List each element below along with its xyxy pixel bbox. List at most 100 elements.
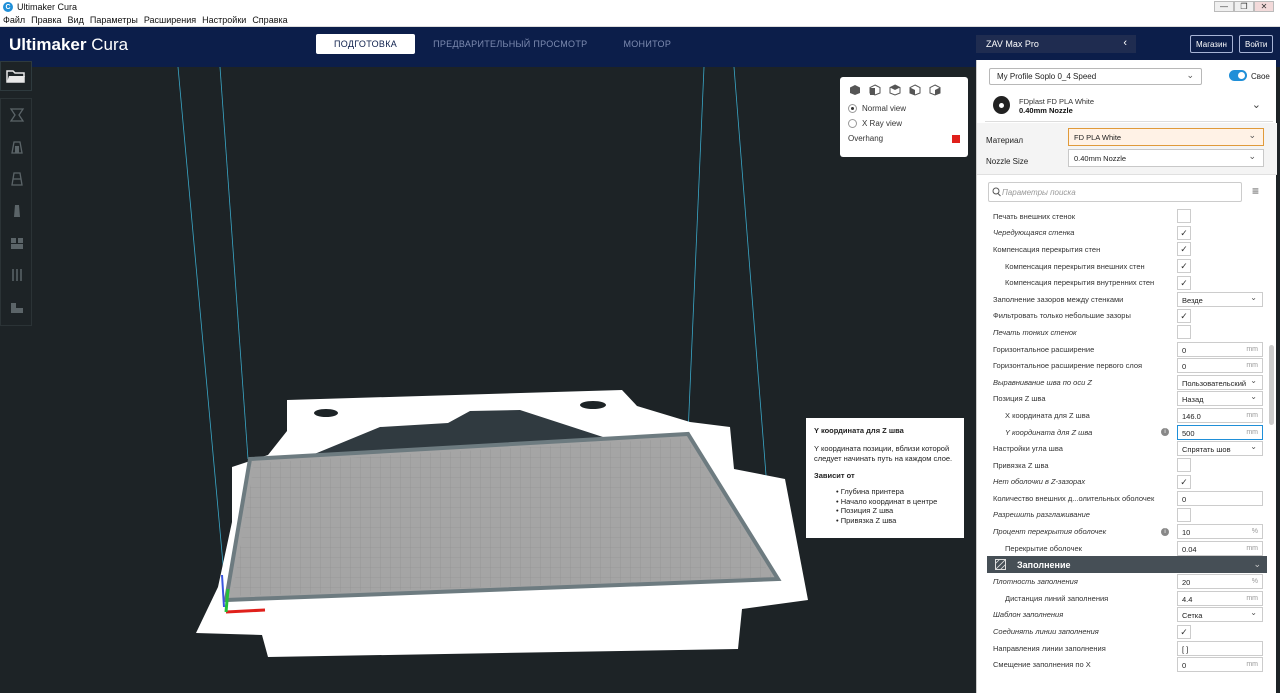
settings-scrollbar[interactable] bbox=[1269, 345, 1274, 425]
normal-view-option[interactable]: Normal view bbox=[848, 101, 960, 116]
left-view-icon[interactable] bbox=[908, 84, 922, 96]
close-button[interactable]: ✕ bbox=[1254, 1, 1274, 12]
depends-item: • Привязка Z шва bbox=[836, 515, 897, 525]
setting-value: Везде bbox=[1182, 295, 1203, 305]
setting-input[interactable]: 4.4 mm bbox=[1177, 590, 1263, 606]
open-file-button[interactable] bbox=[0, 61, 32, 91]
window-controls: — ❐ ✕ bbox=[1214, 1, 1274, 12]
setting-checkbox[interactable] bbox=[1177, 209, 1191, 224]
setting-unit: mm bbox=[1246, 594, 1258, 602]
setting-row: Процент перекрытия оболочек i 10% bbox=[977, 523, 1277, 540]
tab-preview[interactable]: ПРЕДВАРИТЕЛЬНЫЙ ПРОСМОТР bbox=[415, 34, 605, 54]
setting-input[interactable]: 500 mm bbox=[1177, 424, 1263, 440]
menu-preferences[interactable]: Настройки bbox=[199, 15, 249, 25]
minimize-button[interactable]: — bbox=[1214, 1, 1234, 12]
setting-checkbox[interactable] bbox=[1177, 507, 1191, 522]
xray-view-option[interactable]: X Ray view bbox=[848, 116, 960, 131]
setting-input[interactable]: 0 bbox=[1177, 490, 1263, 506]
support-blocker-button[interactable] bbox=[1, 259, 33, 291]
menu-view[interactable]: Вид bbox=[65, 15, 87, 25]
tab-monitor[interactable]: МОНИТОР bbox=[605, 34, 689, 54]
volume-edge-line bbox=[687, 66, 705, 435]
setting-unit: mm bbox=[1246, 362, 1258, 370]
scale-tool-button[interactable] bbox=[1, 131, 33, 163]
profile-selector[interactable]: My Profile Soplo 0_4 Speed ⌄ bbox=[989, 68, 1202, 85]
overhang-legend: Overhang bbox=[848, 131, 960, 146]
setting-input[interactable]: 20% bbox=[1177, 574, 1263, 590]
setting-input[interactable]: 146.0 mm bbox=[1177, 407, 1263, 423]
printer-selector[interactable]: ZAV Max Pro ‹ bbox=[976, 35, 1136, 53]
setting-value: Сетка bbox=[1182, 611, 1203, 621]
window-titlebar: C Ultimaker Cura — ❐ ✕ bbox=[0, 0, 1280, 14]
setting-row: Печать внешних стенок bbox=[977, 208, 1277, 225]
setting-select[interactable]: Пользовательский ⌄ bbox=[1177, 374, 1263, 390]
tab-prepare[interactable]: ПОДГОТОВКА bbox=[316, 34, 416, 54]
setting-checkbox[interactable]: ✓ bbox=[1177, 242, 1191, 257]
material-select[interactable]: FD PLA White ⌄ bbox=[1068, 128, 1264, 146]
setting-value: 0 bbox=[1182, 494, 1187, 504]
chevron-down-icon: ⌄ bbox=[1251, 99, 1261, 111]
extruder-card[interactable]: FDplast FD PLA White 0.40mm Nozzle ⌄ bbox=[985, 92, 1273, 122]
3d-view-icon[interactable] bbox=[848, 84, 862, 96]
custom-mode-toggle[interactable] bbox=[1229, 70, 1247, 81]
setting-label: Нет оболочки в Z-зазорах bbox=[993, 477, 1086, 487]
radio-unselected[interactable] bbox=[848, 119, 857, 128]
setting-label: Дистанция линий заполнения bbox=[1005, 593, 1109, 603]
setting-value: 10 bbox=[1182, 528, 1191, 538]
setting-value: 0 bbox=[1182, 345, 1187, 355]
setting-checkbox[interactable] bbox=[1177, 325, 1191, 340]
move-tool-button[interactable] bbox=[1, 99, 33, 131]
radio-selected[interactable] bbox=[848, 104, 857, 113]
per-model-settings-button[interactable] bbox=[1, 227, 33, 259]
setting-tooltip: Y координата для Z шва Y координата пози… bbox=[806, 418, 964, 538]
menu-edit[interactable]: Правка bbox=[28, 15, 64, 25]
info-icon[interactable]: i bbox=[1161, 527, 1169, 536]
setting-select[interactable]: Спрятать шов ⌄ bbox=[1177, 441, 1263, 457]
setting-input[interactable]: 0 mm bbox=[1177, 657, 1263, 673]
printer-name: ZAV Max Pro bbox=[986, 39, 1039, 49]
setting-checkbox[interactable]: ✓ bbox=[1177, 624, 1191, 639]
setting-label: X координата для Z шва bbox=[1005, 410, 1090, 420]
setting-input[interactable]: 0.04 mm bbox=[1177, 540, 1263, 556]
nozzle-size-select[interactable]: 0.40mm Nozzle ⌄ bbox=[1068, 149, 1264, 167]
menu-extensions[interactable]: Расширения bbox=[141, 15, 199, 25]
setting-input[interactable]: 0 mm bbox=[1177, 341, 1263, 357]
setting-value: 0.04 bbox=[1182, 544, 1197, 554]
setting-checkbox[interactable]: ✓ bbox=[1177, 308, 1191, 323]
setting-input[interactable]: 0 mm bbox=[1177, 358, 1263, 374]
tooltip-depends-title: Зависит от bbox=[814, 471, 855, 480]
setting-select[interactable]: Сетка ⌄ bbox=[1177, 607, 1263, 623]
setting-checkbox[interactable]: ✓ bbox=[1177, 225, 1191, 240]
settings-search-input[interactable]: Параметры поиска bbox=[988, 182, 1242, 202]
marketplace-button[interactable]: Магазин bbox=[1190, 35, 1233, 53]
setting-row: Смещение заполнения по X 0 mm bbox=[977, 656, 1277, 673]
rotate-tool-button[interactable] bbox=[1, 163, 33, 195]
setting-input[interactable]: [ ] bbox=[1177, 640, 1263, 656]
settings-menu-icon[interactable]: ≡ bbox=[1252, 185, 1259, 197]
category-infill[interactable]: Заполнение ⌄ bbox=[987, 556, 1267, 574]
setting-checkbox[interactable]: ✓ bbox=[1177, 259, 1191, 274]
front-view-icon[interactable] bbox=[868, 84, 882, 96]
top-view-icon[interactable] bbox=[888, 84, 902, 96]
signin-button[interactable]: Войти bbox=[1239, 35, 1274, 53]
setting-select[interactable]: Везде ⌄ bbox=[1177, 291, 1263, 307]
maximize-button[interactable]: ❐ bbox=[1234, 1, 1254, 12]
menu-settings[interactable]: Параметры bbox=[87, 15, 141, 25]
mirror-tool-button[interactable] bbox=[1, 195, 33, 227]
custom-mode-label: Своe bbox=[1251, 72, 1270, 81]
menu-help[interactable]: Справка bbox=[249, 15, 290, 25]
setting-label: Компенсация перекрытия стен bbox=[993, 244, 1101, 254]
layer-tool-button[interactable] bbox=[1, 291, 33, 323]
setting-checkbox[interactable]: ✓ bbox=[1177, 275, 1191, 290]
setting-checkbox[interactable] bbox=[1177, 458, 1191, 473]
setting-select[interactable]: Назад ⌄ bbox=[1177, 391, 1263, 407]
info-icon[interactable]: i bbox=[1161, 428, 1169, 437]
setting-value: Пользовательский bbox=[1182, 378, 1247, 388]
mirror-icon bbox=[14, 205, 20, 217]
setting-checkbox[interactable]: ✓ bbox=[1177, 474, 1191, 489]
right-view-icon[interactable] bbox=[928, 84, 942, 96]
setting-input[interactable]: 10% bbox=[1177, 524, 1263, 540]
setting-row: Выравнивание шва по оси Z Пользовательски… bbox=[977, 374, 1277, 391]
menu-file[interactable]: Файл bbox=[0, 15, 28, 25]
setting-label: Позиция Z шва bbox=[993, 394, 1046, 404]
